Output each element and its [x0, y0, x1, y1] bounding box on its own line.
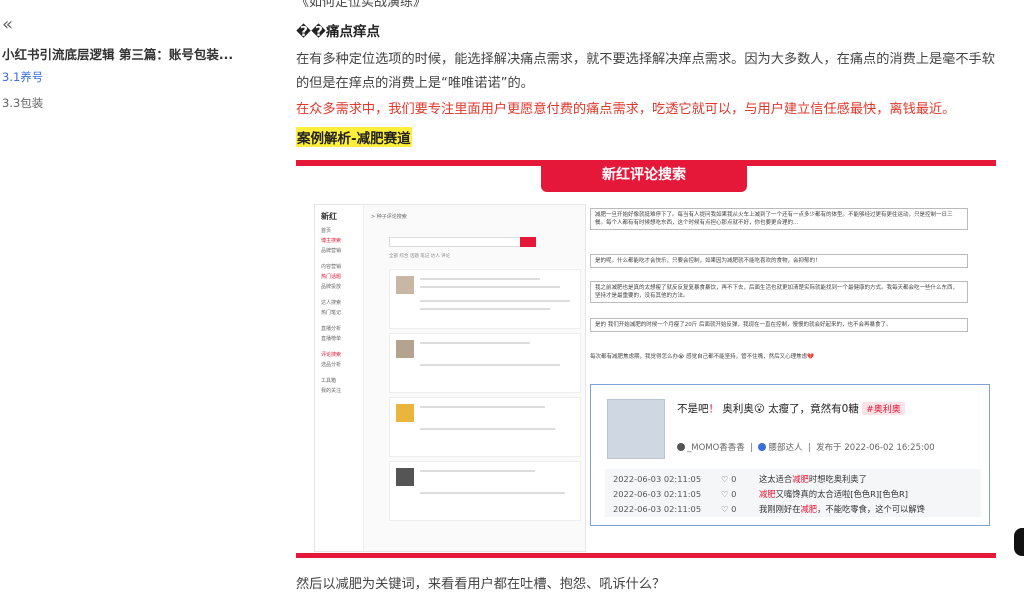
embedded-screenshot: 新红评论搜索 新红 首页 博主搜索 品牌营销 内容营销 热门话题 品牌投放 达人… — [296, 160, 996, 558]
app-preview-line — [420, 428, 555, 430]
comment-detail-card: 不是吧！ 奥利奥😮 太瘦了，竟然有0糖 #奥利奥 _MOMO香香香 | 腰部达人… — [590, 384, 990, 526]
floating-helper-button[interactable] — [1014, 528, 1024, 556]
comment-likes: ♡ 0 — [721, 489, 737, 499]
app-preview-line — [420, 492, 565, 494]
comment-snippet: 每次都有减肥焦虑期，我觉得怎么办😭 感觉自己都不能坚持，管不住嘴，然后又心理焦虑… — [590, 351, 968, 363]
author-name: _MOMO香香香 — [687, 443, 745, 453]
post-title-emoji: 😮 — [753, 403, 765, 415]
comment-text: 减肥又嘴馋真的太合适啦[色色R][色色R] — [759, 489, 908, 499]
comment-row: 2022-06-03 02:11:05 ♡ 0 这太适合减肥时想吃奥利奥了 — [613, 473, 867, 485]
app-preview-thumb — [396, 340, 414, 358]
comment-snippet: 我之前减肥也是真的太想瘦了就反反复复暴食暴饮，再不下去，后面生活也就更加清楚实际… — [590, 281, 968, 303]
app-preview-line — [420, 342, 530, 344]
post-image — [607, 399, 665, 459]
comment-time: 2022-06-03 02:11:05 — [613, 504, 702, 514]
paragraph-pain-point: 在有多种定位选项的时候，能选择解决痛点需求，就不要选择解决痒点需求。因为大多数人… — [296, 52, 995, 91]
app-preview-line — [420, 470, 535, 472]
comment-row: 2022-06-03 02:11:05 ♡ 0 我刚刚好在减肥，不能吃零食，这个可以… — [613, 503, 925, 515]
comment-text: 这太适合减肥时想吃奥利奥了 — [759, 474, 867, 484]
pain-point-heading: ��痛点痒点 — [296, 24, 381, 40]
section-heading-cut: 《如何定位实战演练》 — [296, 0, 427, 10]
app-preview-line — [420, 308, 550, 310]
app-preview-card — [389, 333, 581, 393]
app-side-item: 选品分析 — [321, 362, 342, 368]
app-preview-card — [389, 269, 581, 329]
app-side-item: 首页 — [321, 228, 332, 234]
app-preview-sidebar: 新红 首页 博主搜索 品牌营销 内容营销 热门话题 品牌投放 达人搜索 热门笔记… — [315, 205, 364, 551]
app-preview: 新红 首页 博主搜索 品牌营销 内容营销 热门话题 品牌投放 达人搜索 热门笔记… — [314, 204, 586, 552]
post-title: 不是吧！ 奥利奥😮 太瘦了，竟然有0糖 #奥利奥 — [677, 401, 905, 416]
post-tag: #奥利奥 — [862, 402, 905, 415]
app-preview-line — [420, 364, 560, 366]
comment-likes: ♡ 0 — [721, 474, 737, 484]
app-preview-tabs: 全部 综合 话题 笔记 达人 评论 — [389, 254, 451, 259]
comment-rows: 2022-06-03 02:11:05 ♡ 0 这太适合减肥时想吃奥利奥了 2022… — [605, 469, 981, 517]
app-preview-search-input — [389, 237, 521, 247]
app-side-item: 热门话题 — [321, 274, 342, 280]
comment-likes: ♡ 0 — [721, 504, 737, 514]
toc-item-3-3[interactable]: 3.3包装 — [2, 95, 43, 111]
app-side-item: 直播分析 — [321, 326, 342, 332]
app-side-item: 直播榜单 — [321, 336, 342, 342]
comment-time: 2022-06-03 02:11:05 — [613, 489, 702, 499]
app-preview-card — [389, 397, 581, 457]
publish-label: 发布于 — [816, 443, 842, 453]
comment-row: 2022-06-03 02:11:05 ♡ 0 减肥又嘴馋真的太合适啦[色色R][色… — [613, 488, 908, 500]
paragraph-highlight-red: 在众多需求中，我们要专注里面用户更愿意付费的痛点需求，吃透它就可以，与用户建立信… — [296, 102, 956, 117]
publish-time: 2022-06-02 16:25:00 — [844, 443, 935, 453]
post-title-prefix: 不是吧 — [677, 403, 709, 415]
comment-time: 2022-06-03 02:11:05 — [613, 474, 702, 484]
app-side-item: 热门笔记 — [321, 310, 342, 316]
app-preview-line — [420, 286, 560, 288]
comment-snippet: 是的 我们开始减肥的时候一个月瘦了20斤 后面就开始反弹，我现在一直在控制，慢慢… — [590, 318, 968, 332]
app-side-item: 评论搜索 — [321, 352, 342, 358]
app-side-item: 内容营销 — [321, 264, 342, 270]
author-avatar — [677, 443, 685, 451]
author-level: 腰部达人 — [768, 443, 803, 453]
comment-snippet: 是的呢，什么都能吃才会快乐，只要会控制，如果因为减肥就不能吃喜欢的食物，会抑郁的… — [590, 254, 968, 268]
level-badge-icon — [758, 443, 767, 451]
app-preview-line — [420, 300, 570, 302]
app-preview-thumb — [396, 276, 414, 294]
app-side-item: 我的关注 — [321, 388, 342, 394]
app-preview-thumb — [396, 404, 414, 422]
app-side-item: 工具箱 — [321, 378, 337, 384]
app-preview-thumb — [396, 468, 414, 486]
post-title-mid: 奥利奥 — [722, 403, 754, 415]
app-preview-card — [389, 461, 581, 521]
app-side-item: 博主搜索 — [321, 238, 342, 244]
post-meta: _MOMO香香香 | 腰部达人 | 发布于 2022-06-02 16:25:0… — [677, 441, 935, 453]
toc-item-3-1[interactable]: 3.1养号 — [2, 69, 43, 85]
app-preview-line — [420, 278, 540, 280]
document-title[interactable]: 小红书引流底层逻辑 第三篇：账号包装... — [2, 44, 242, 63]
app-side-item: 品牌营销 — [321, 248, 342, 254]
app-preview-breadcrumb: > 种子评论搜索 — [371, 214, 407, 220]
app-side-item: 达人搜索 — [321, 300, 342, 306]
collapse-sidebar-icon[interactable]: « — [2, 14, 13, 35]
article-content: 《如何定位实战演练》 ��痛点痒点 在有多种定位选项的时候，能选择解决痛点需求，… — [296, 0, 996, 592]
post-title-rest: 太瘦了，竟然有0糖 — [768, 403, 859, 415]
sidebar: « 小红书引流底层逻辑 第三篇：账号包装... 3.1养号 3.3包装 — [0, 0, 245, 583]
comment-text: 我刚刚好在减肥，不能吃零食，这个可以解馋 — [759, 504, 925, 514]
app-preview-logo: 新红 — [321, 212, 337, 221]
app-side-item: 品牌投放 — [321, 284, 342, 290]
case-analysis-heading: 案例解析-减肥赛道 — [296, 127, 412, 147]
app-preview-search-button — [520, 237, 536, 247]
screenshot-banner: 新红评论搜索 — [541, 166, 747, 192]
post-title-mark: ！ — [708, 403, 720, 415]
app-preview-line — [420, 406, 545, 408]
comment-snippet: 减肥一旦开始好像就挺难停下了。每当有人提问我如果我从火车上减到了一个还有一点多少… — [590, 208, 968, 230]
